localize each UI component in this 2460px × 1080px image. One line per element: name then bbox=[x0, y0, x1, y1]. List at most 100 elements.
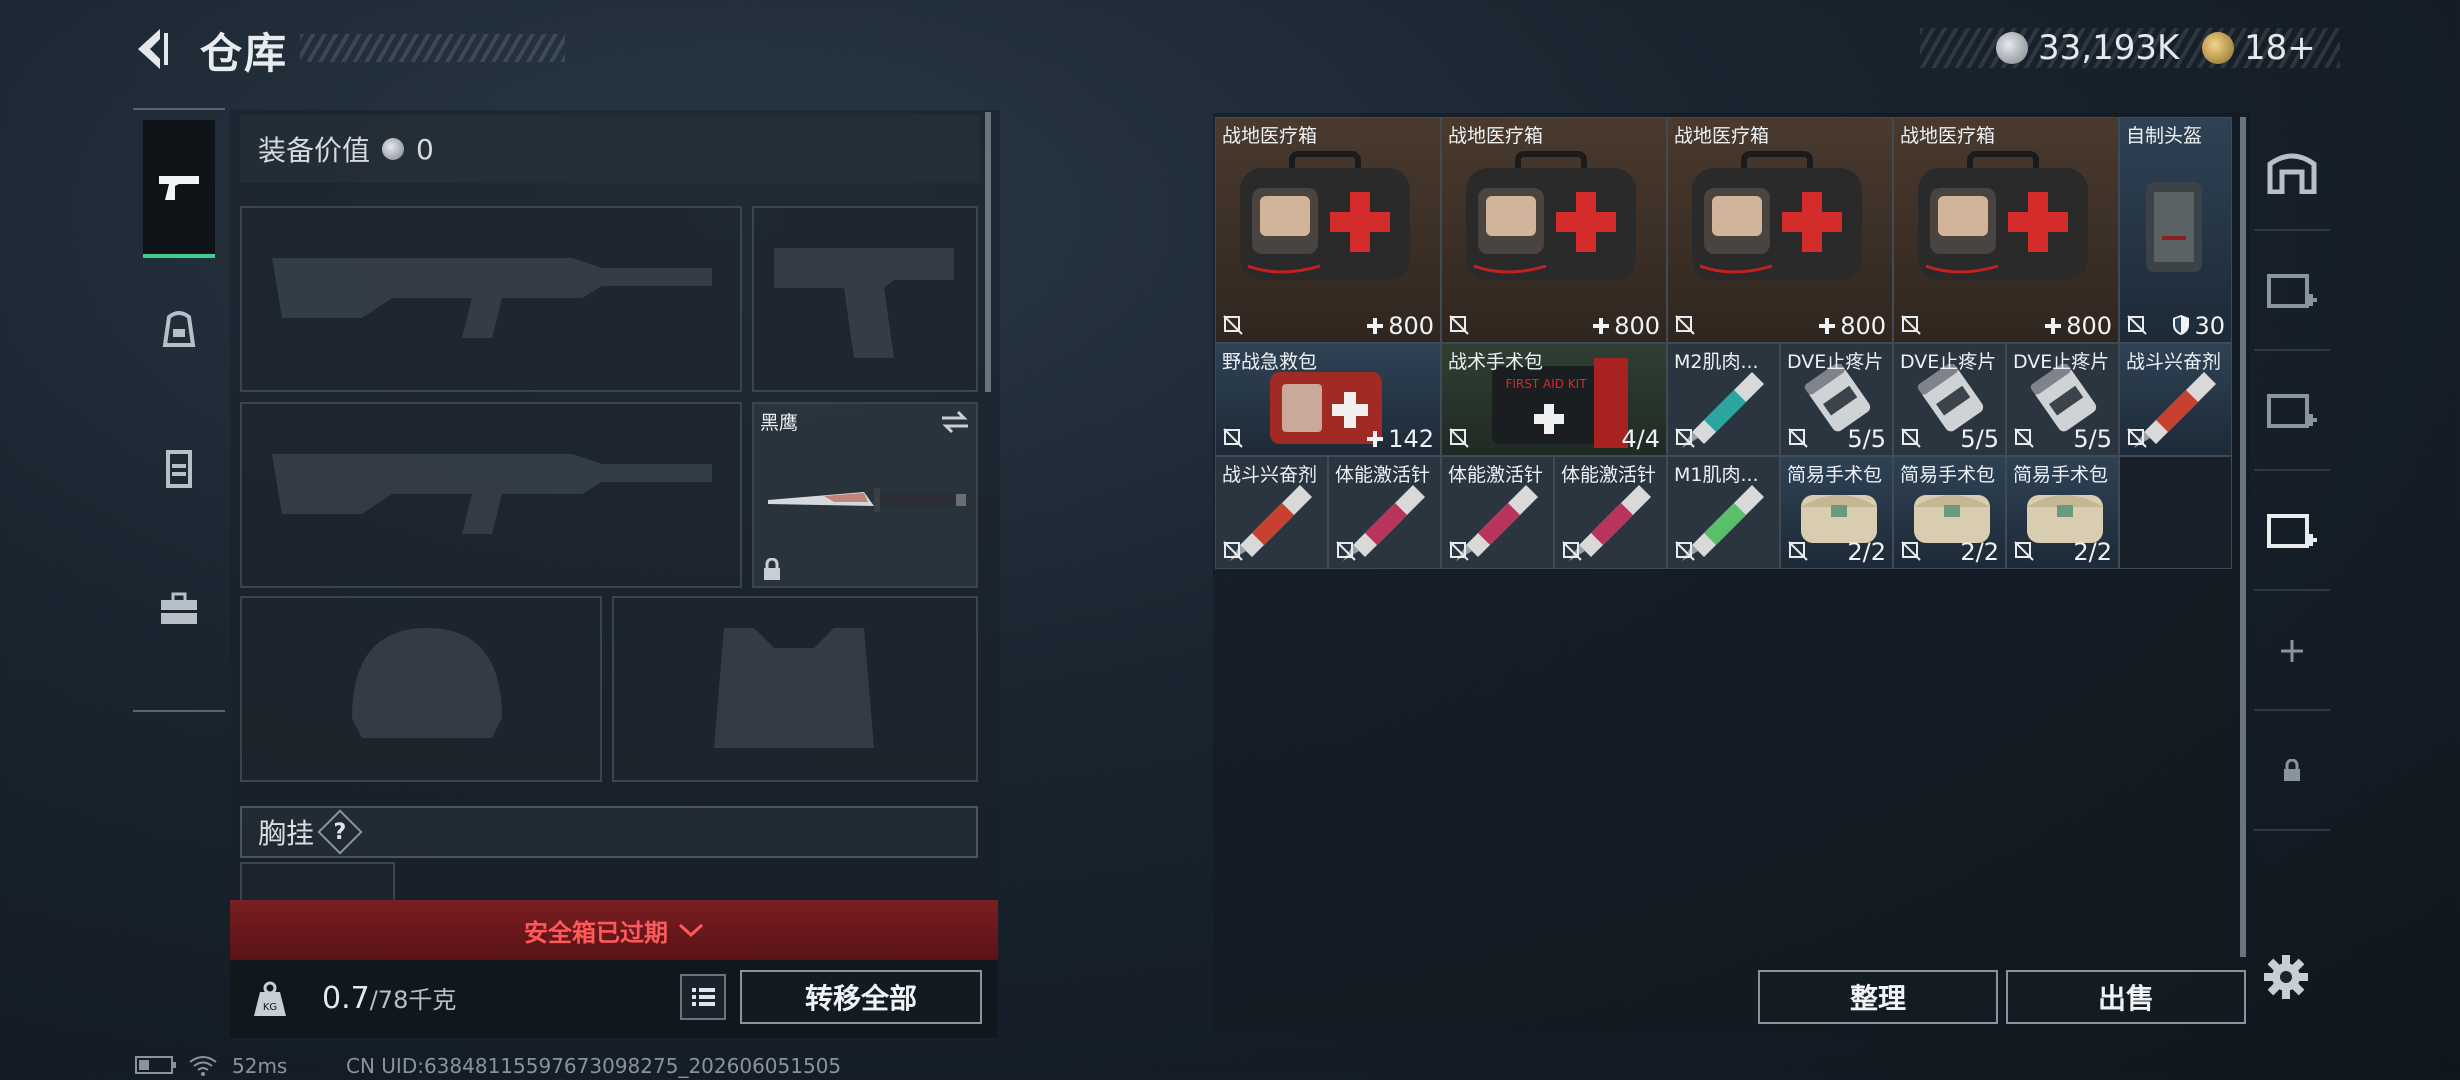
tab-vest[interactable] bbox=[143, 400, 215, 538]
medkit-icon bbox=[1692, 151, 1862, 280]
chest-rig-row[interactable]: 胸挂 ? bbox=[240, 806, 978, 858]
inventory-item[interactable]: DVE止疼片 5/5 bbox=[1893, 343, 2006, 456]
equipment-value-label: 装备价值 bbox=[258, 134, 371, 167]
inventory-item[interactable]: 战地医疗箱 800 bbox=[1893, 117, 2119, 343]
inventory-item[interactable]: 简易手术包 2/2 bbox=[1893, 456, 2006, 569]
inventory-item[interactable]: 战斗兴奋剂 bbox=[2119, 343, 2232, 456]
list-view-button[interactable] bbox=[680, 974, 726, 1020]
inventory-item[interactable]: 战地医疗箱 800 bbox=[1667, 117, 1893, 343]
item-value: 4/4 bbox=[1621, 425, 1660, 453]
warehouse-icon bbox=[2267, 153, 2317, 194]
inventory-item[interactable]: 简易手术包 2/2 bbox=[2006, 456, 2119, 569]
armor-slot[interactable] bbox=[612, 596, 978, 782]
inventory-item[interactable]: 战斗兴奋剂 bbox=[1215, 456, 1328, 569]
pistol-silhouette-icon bbox=[774, 248, 954, 358]
chevron-down-icon bbox=[678, 923, 704, 938]
inventory-item[interactable]: 自制头盔 30 bbox=[2119, 117, 2232, 343]
sell-button[interactable]: 出售 bbox=[2006, 970, 2246, 1024]
inventory-item[interactable]: 战地医疗箱 800 bbox=[1441, 117, 1667, 343]
tab-add-storage[interactable] bbox=[2254, 593, 2330, 711]
item-name: M2肌肉... bbox=[1674, 351, 1759, 373]
no-insurance-icon bbox=[1901, 315, 1921, 335]
inventory-item[interactable]: DVE止疼片 5/5 bbox=[1780, 343, 1893, 456]
safebox-expired-banner[interactable]: 安全箱已过期 bbox=[230, 900, 998, 960]
inventory-item[interactable]: 体能激活针 bbox=[1328, 456, 1441, 569]
inventory-item[interactable]: DVE止疼片 5/5 bbox=[2006, 343, 2119, 456]
no-insurance-icon bbox=[1675, 541, 1695, 561]
inventory-item[interactable]: 体能激活针 bbox=[1554, 456, 1667, 569]
tab-locked[interactable] bbox=[2254, 713, 2330, 831]
ping-readout: 52ms bbox=[232, 1054, 288, 1078]
no-insurance-icon bbox=[1675, 428, 1695, 448]
item-name: 体能激活针 bbox=[1335, 464, 1431, 486]
item-value: 142 bbox=[1366, 425, 1434, 453]
item-value: 5/5 bbox=[2073, 425, 2112, 453]
medkit-icon bbox=[1240, 151, 1410, 280]
item-value-text: 5/5 bbox=[1847, 425, 1886, 453]
add-storage-icon bbox=[2267, 394, 2317, 428]
safebox-expired-text: 安全箱已过期 bbox=[524, 918, 668, 947]
equipment-scrollbar[interactable] bbox=[985, 112, 991, 392]
item-value-text: 5/5 bbox=[1960, 425, 1999, 453]
tab-storage-2[interactable] bbox=[2254, 233, 2330, 351]
no-insurance-icon bbox=[1675, 315, 1695, 335]
no-insurance-icon bbox=[1562, 541, 1582, 561]
secondary-weapon-slot[interactable] bbox=[240, 402, 742, 588]
help-icon[interactable]: ? bbox=[317, 809, 363, 855]
tab-storage-3[interactable] bbox=[2254, 353, 2330, 471]
inventory-item[interactable]: 野战急救包 142 bbox=[1215, 343, 1441, 456]
item-name: 野战急救包 bbox=[1222, 351, 1318, 373]
backpack-icon bbox=[162, 311, 196, 347]
back-arrow-icon[interactable] bbox=[130, 25, 178, 73]
weight-readout: 0.7/78千克 bbox=[322, 980, 456, 1016]
helmet-slot[interactable] bbox=[240, 596, 602, 782]
item-value-text: 30 bbox=[2194, 312, 2225, 340]
silver-coin-icon bbox=[1996, 32, 2028, 64]
no-insurance-icon bbox=[1223, 315, 1243, 335]
rifle-silhouette-icon bbox=[272, 258, 712, 338]
inventory-item[interactable]: M1肌肉... bbox=[1667, 456, 1780, 569]
weight-max: /78千克 bbox=[369, 986, 457, 1014]
heal-plus-icon bbox=[1367, 318, 1384, 334]
no-insurance-icon bbox=[1449, 315, 1469, 335]
tab-case[interactable] bbox=[143, 540, 215, 678]
rifle-silhouette-icon bbox=[272, 454, 712, 534]
no-insurance-icon bbox=[1223, 428, 1243, 448]
inventory-item[interactable]: FIRST AID KIT 战术手术包 4/4 bbox=[1441, 343, 1667, 456]
primary-weapon-slot[interactable] bbox=[240, 206, 742, 392]
sidearm-slot[interactable] bbox=[752, 206, 978, 392]
no-insurance-icon bbox=[2014, 541, 2034, 561]
no-insurance-icon bbox=[2014, 428, 2034, 448]
tab-storage-main[interactable] bbox=[2254, 113, 2330, 231]
storage-tabs bbox=[2254, 113, 2330, 973]
inventory-item[interactable]: 体能激活针 bbox=[1441, 456, 1554, 569]
add-storage-icon bbox=[2267, 514, 2317, 548]
item-name: DVE止疼片 bbox=[1787, 351, 1884, 373]
uid-text: CN UID:63848115597673098275_202606051505 bbox=[346, 1054, 842, 1078]
no-insurance-icon bbox=[2127, 428, 2147, 448]
inventory-item[interactable]: 战地医疗箱 800 bbox=[1215, 117, 1441, 343]
pill-bottle-icon bbox=[2030, 364, 2097, 432]
silver-amount: 33,193K bbox=[2038, 28, 2180, 68]
inventory-item[interactable]: M2肌肉... bbox=[1667, 343, 1780, 456]
transfer-all-button[interactable]: 转移全部 bbox=[740, 970, 982, 1024]
page-title: 仓库 bbox=[200, 29, 289, 78]
sort-button[interactable]: 整理 bbox=[1758, 970, 1998, 1024]
inventory-scrollbar[interactable] bbox=[2240, 117, 2246, 957]
inventory-item[interactable]: 简易手术包 2/2 bbox=[1780, 456, 1893, 569]
melee-slot[interactable]: 黑鹰 bbox=[752, 402, 978, 588]
tab-weapons[interactable] bbox=[143, 120, 215, 258]
no-insurance-icon bbox=[1788, 428, 1808, 448]
plus-icon bbox=[2281, 640, 2303, 662]
heal-plus-icon bbox=[1819, 318, 1836, 334]
no-insurance-icon bbox=[2127, 315, 2147, 335]
item-value: 800 bbox=[1592, 312, 1660, 340]
gear-icon[interactable] bbox=[2262, 953, 2310, 1001]
swap-icon[interactable] bbox=[940, 410, 970, 434]
no-insurance-icon bbox=[1788, 541, 1808, 561]
chest-rig-slot[interactable] bbox=[240, 862, 395, 902]
empty-cell[interactable] bbox=[2119, 456, 2232, 569]
tab-backpack[interactable] bbox=[143, 260, 215, 398]
tab-storage-4[interactable] bbox=[2254, 473, 2330, 591]
equipment-tabs bbox=[133, 108, 225, 712]
